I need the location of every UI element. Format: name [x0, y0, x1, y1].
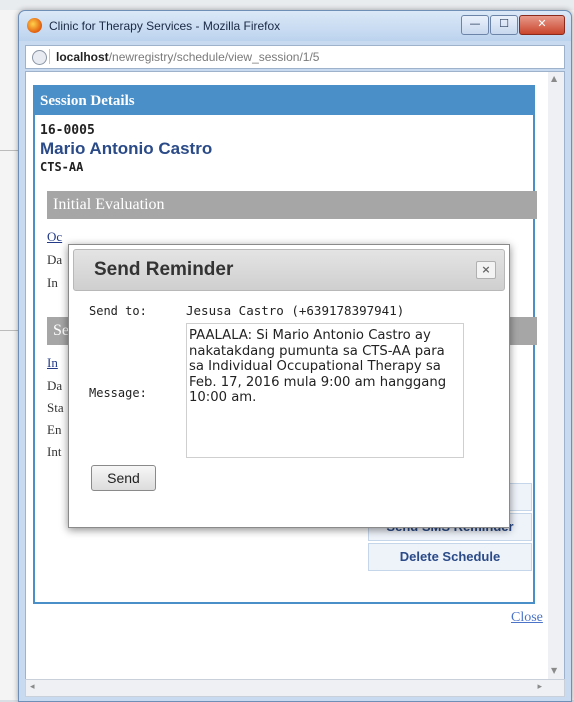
close-window-button[interactable]: ✕ — [519, 15, 565, 35]
maximize-icon: ☐ — [499, 17, 509, 30]
section1-field: Da — [47, 252, 63, 267]
patient-id: 16-0005 — [40, 123, 95, 138]
globe-icon — [32, 50, 47, 65]
window-title: Clinic for Therapy Services - Mozilla Fi… — [49, 19, 281, 33]
scroll-right-icon[interactable]: ▸ — [537, 682, 542, 692]
title-bar: Clinic for Therapy Services - Mozilla Fi… — [19, 11, 571, 41]
send-button[interactable]: Send — [91, 465, 156, 491]
close-icon: ✕ — [537, 17, 547, 30]
clinic-code: CTS-AA — [40, 160, 84, 174]
session-header: Session Details — [35, 87, 533, 115]
minimize-button[interactable]: — — [461, 15, 489, 35]
browser-window: Clinic for Therapy Services - Mozilla Fi… — [18, 10, 572, 702]
modal-title: Send Reminder — [94, 259, 234, 280]
delete-schedule-button[interactable]: Delete Schedule — [368, 543, 532, 571]
horizontal-scrollbar[interactable]: ◂ ▸ — [25, 679, 565, 697]
url-text: localhost/newregistry/schedule/view_sess… — [56, 50, 319, 64]
patient-name: Mario Antonio Castro — [40, 139, 213, 158]
section2-field: Int — [47, 444, 62, 459]
vertical-scrollbar[interactable]: ▲ ▼ — [548, 72, 564, 680]
window-controls: — ☐ ✕ — [460, 15, 565, 35]
page-content: Session Details 16-0005 Mario Antonio Ca… — [25, 71, 565, 681]
scroll-down-icon[interactable]: ▼ — [551, 666, 557, 675]
url-path: /newregistry/schedule/view_session/1/5 — [108, 50, 320, 64]
section2-field: Da — [47, 378, 63, 393]
close-link[interactable]: Close — [511, 610, 543, 626]
initial-evaluation-header: Initial Evaluation — [47, 191, 537, 219]
send-reminder-modal: Send Reminder × Send to: Jesusa Castro (… — [68, 244, 510, 528]
section1-field: In — [47, 275, 58, 290]
send-to-label: Send to: — [89, 304, 147, 318]
scroll-up-icon[interactable]: ▲ — [551, 74, 557, 83]
section2-field: Sta — [47, 400, 64, 415]
firefox-icon — [27, 18, 42, 33]
url-domain: localhost — [56, 50, 109, 64]
section2-link[interactable]: In — [47, 355, 58, 371]
section1-link[interactable]: Oc — [47, 229, 62, 245]
modal-close-icon[interactable]: × — [476, 261, 496, 279]
url-bar[interactable]: localhost/newregistry/schedule/view_sess… — [25, 45, 565, 69]
send-to-value: Jesusa Castro (+639178397941) — [186, 303, 405, 318]
url-separator — [49, 49, 50, 64]
message-textarea[interactable]: PAALALA: Si Mario Antonio Castro ay naka… — [186, 323, 464, 458]
background-divider — [0, 150, 20, 151]
message-label: Message: — [89, 386, 147, 400]
section2-field: En — [47, 422, 62, 437]
modal-header: Send Reminder × — [73, 249, 505, 291]
background-strip — [0, 0, 574, 10]
maximize-button[interactable]: ☐ — [490, 15, 518, 35]
background-divider — [0, 330, 20, 331]
minimize-icon: — — [469, 17, 481, 30]
scroll-left-icon[interactable]: ◂ — [30, 682, 35, 692]
